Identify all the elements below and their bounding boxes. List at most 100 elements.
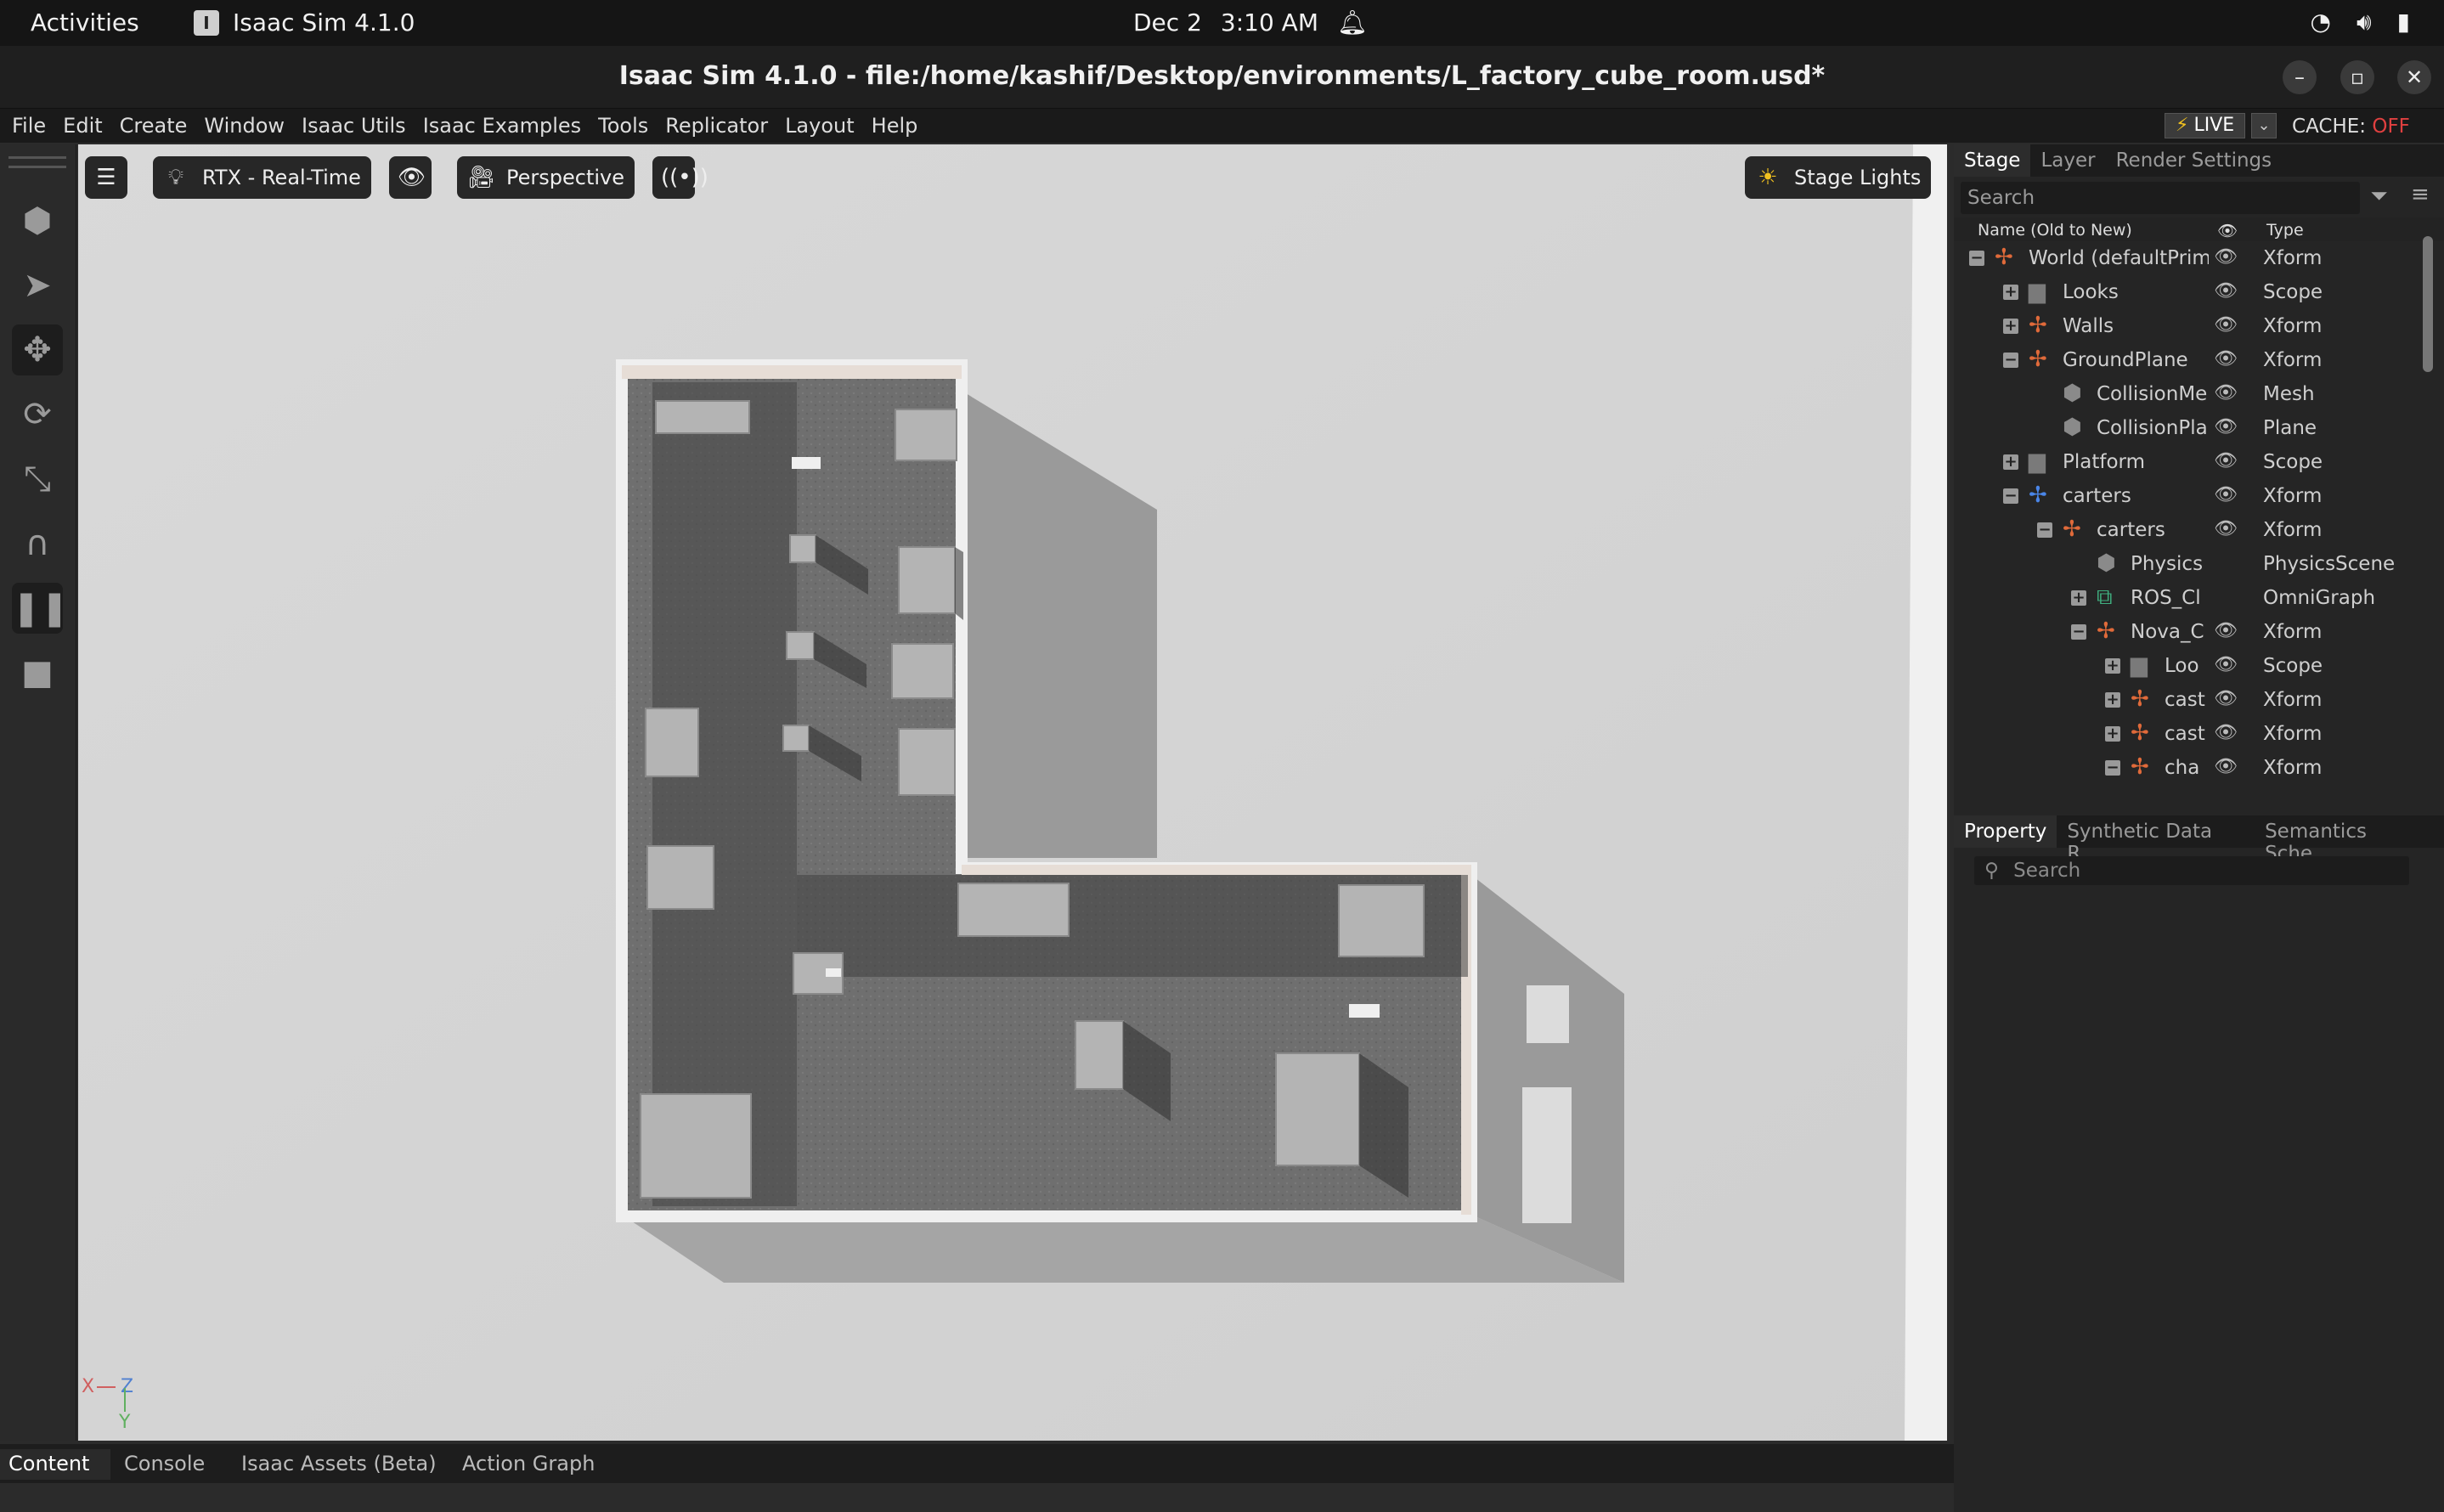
xform-icon: ✢ (2131, 754, 2149, 780)
visibility-eye-icon[interactable]: 👁︎ (2214, 620, 2238, 641)
visibility-eye-icon[interactable]: 👁︎ (2214, 382, 2238, 403)
menu-file[interactable]: File (12, 114, 46, 138)
visibility-eye-icon[interactable]: 👁︎ (2214, 722, 2238, 743)
tree-row[interactable]: − ✢ cha 👁︎ Xform (1954, 751, 2444, 785)
visibility-button[interactable]: 👁︎ (389, 156, 432, 199)
menu-edit[interactable]: Edit (63, 114, 102, 138)
stage-scrollbar[interactable] (2423, 236, 2433, 372)
visibility-eye-icon[interactable]: 👁︎ (2214, 416, 2238, 437)
viewport[interactable]: ☰ 💡︎ RTX - Real-Time 👁︎ 🎥︎ Perspective (… (78, 144, 1947, 1441)
menu-help[interactable]: Help (872, 114, 918, 138)
column-type-header[interactable]: Type (2266, 221, 2304, 240)
visibility-eye-icon[interactable]: 👁︎ (2214, 450, 2238, 471)
tree-row[interactable]: − ✢ carters 👁︎ Xform (1954, 479, 2444, 513)
visibility-eye-icon[interactable]: 👁︎ (2214, 348, 2238, 370)
collapse-icon[interactable]: − (2003, 488, 2018, 504)
maximize-button[interactable]: ▫ (2340, 60, 2374, 94)
move-icon[interactable]: ✥ (12, 324, 63, 375)
visibility-eye-icon[interactable]: 👁︎ (2214, 688, 2238, 709)
menu-tools[interactable]: Tools (598, 114, 648, 138)
tab-action-graph[interactable]: Action Graph (454, 1449, 603, 1480)
tree-row[interactable]: + ▆ Platform 👁︎ Scope (1954, 445, 2444, 479)
eye-icon: 👁︎ (398, 165, 426, 190)
column-name-header[interactable]: Name (Old to New) (1978, 221, 2132, 240)
tab-isaac-assets[interactable]: Isaac Assets (Beta) (233, 1449, 445, 1480)
camera-button[interactable]: 🎥︎ Perspective (457, 156, 635, 199)
select-arrow-icon[interactable]: ➤ (12, 260, 63, 311)
renderer-button[interactable]: 💡︎ RTX - Real-Time (153, 156, 371, 199)
options-menu-icon[interactable]: ≡ (2411, 182, 2430, 207)
menu-window[interactable]: Window (204, 114, 285, 138)
minimize-button[interactable]: – (2283, 60, 2317, 94)
expand-icon[interactable]: + (2105, 658, 2120, 674)
visibility-eye-icon[interactable]: 👁︎ (2214, 484, 2238, 505)
expand-icon[interactable]: + (2003, 319, 2018, 334)
stage-search-input[interactable]: Search (1961, 182, 2360, 214)
tree-row[interactable]: + ▆ Loo 👁︎ Scope (1954, 649, 2444, 683)
visibility-eye-icon[interactable]: 👁︎ (2214, 280, 2238, 302)
snap-magnet-icon[interactable]: ∩ (12, 518, 63, 569)
tab-property[interactable]: Property (1954, 815, 2057, 848)
stop-icon[interactable]: ■ (12, 647, 63, 698)
tree-row[interactable]: + ⧉ ROS_Cl OmniGraph (1954, 581, 2444, 615)
tree-row[interactable]: + ✢ cast 👁︎ Xform (1954, 717, 2444, 751)
app-indicator[interactable]: I Isaac Sim 4.1.0 (194, 8, 415, 37)
viewport-settings-button[interactable]: ☰ (85, 156, 127, 199)
live-button[interactable]: ⚡︎ LIVE (2165, 113, 2246, 138)
tree-row[interactable]: ⬢ CollisionMe 👁︎ Mesh (1954, 377, 2444, 411)
tree-row[interactable]: ⬢ Physics PhysicsScene (1954, 547, 2444, 581)
menu-create[interactable]: Create (120, 114, 188, 138)
property-search-input[interactable]: ⚲ Search (1974, 856, 2409, 885)
clock[interactable]: Dec 2 3:10 AM 🔔︎ (1133, 8, 1368, 37)
scale-icon[interactable]: ⤡ (12, 454, 63, 505)
live-dropdown-chevron-icon[interactable]: ⌄ (2251, 113, 2277, 138)
menu-replicator[interactable]: Replicator (665, 114, 768, 138)
tab-render-settings[interactable]: Render Settings (2106, 144, 2283, 177)
scene-render[interactable] (78, 144, 1947, 1441)
menu-layout[interactable]: Layout (785, 114, 855, 138)
collapse-icon[interactable]: − (2105, 760, 2120, 776)
visibility-eye-icon[interactable]: 👁︎ (2214, 314, 2238, 336)
collapse-icon[interactable]: − (1969, 251, 1984, 266)
expand-icon[interactable]: + (2003, 454, 2018, 470)
tab-stage[interactable]: Stage (1954, 144, 2031, 177)
tree-row[interactable]: − ✢ GroundPlane 👁︎ Xform (1954, 343, 2444, 377)
tree-row[interactable]: − ✢ World (defaultPrim 👁︎ Xform (1954, 241, 2444, 275)
visibility-eye-icon[interactable]: 👁︎ (2214, 654, 2238, 675)
menu-isaac-examples[interactable]: Isaac Examples (423, 114, 581, 138)
expand-icon[interactable]: + (2003, 285, 2018, 300)
tree-row[interactable]: + ✢ Walls 👁︎ Xform (1954, 309, 2444, 343)
tab-content[interactable]: Content (0, 1449, 110, 1480)
cube-select-icon[interactable]: ⬢ (12, 195, 63, 246)
tree-row[interactable]: + ✢ cast 👁︎ Xform (1954, 683, 2444, 717)
visibility-eye-icon[interactable]: 👁︎ (2214, 518, 2238, 539)
toolbar-grip[interactable] (8, 156, 66, 168)
expand-icon[interactable]: + (2105, 692, 2120, 708)
system-tray[interactable]: ◔ 🔊︎ ▮ (2311, 8, 2411, 37)
audio-button[interactable]: ((•)) (652, 156, 708, 199)
tree-row[interactable]: − ✢ carters 👁︎ Xform (1954, 513, 2444, 547)
collapse-icon[interactable]: − (2003, 353, 2018, 368)
tree-row[interactable]: ⬢ CollisionPla 👁︎ Plane (1954, 411, 2444, 445)
collapse-icon[interactable]: − (2037, 522, 2052, 538)
activities-button[interactable]: Activities (31, 8, 139, 37)
cache-status[interactable]: CACHE: OFF (2292, 116, 2410, 138)
tree-row[interactable]: − ✢ Nova_C 👁︎ Xform (1954, 615, 2444, 649)
tab-console[interactable]: Console (116, 1449, 213, 1480)
tree-row[interactable]: + ▆ Looks 👁︎ Scope (1954, 275, 2444, 309)
close-button[interactable]: ✕ (2397, 60, 2431, 94)
pause-icon[interactable]: ❚❚ (12, 583, 69, 634)
collapse-icon[interactable]: − (2071, 624, 2086, 640)
visibility-eye-icon[interactable]: 👁︎ (2214, 756, 2238, 777)
stage-lights-button[interactable]: ☀ Stage Lights (1745, 156, 1932, 199)
tab-synthetic-data[interactable]: Synthetic Data R... (2057, 815, 2255, 865)
column-eye-icon[interactable]: 👁︎ (2217, 221, 2238, 240)
expand-icon[interactable]: + (2071, 590, 2086, 606)
menu-isaac-utils[interactable]: Isaac Utils (302, 114, 406, 138)
tab-semantics-schema[interactable]: Semantics Sche... (2255, 815, 2444, 865)
filter-icon[interactable]: ⏷ (2370, 183, 2388, 210)
visibility-eye-icon[interactable]: 👁︎ (2214, 246, 2238, 268)
tab-layer[interactable]: Layer (2030, 144, 2105, 177)
rotate-icon[interactable]: ⟳ (12, 389, 63, 440)
expand-icon[interactable]: + (2105, 726, 2120, 742)
